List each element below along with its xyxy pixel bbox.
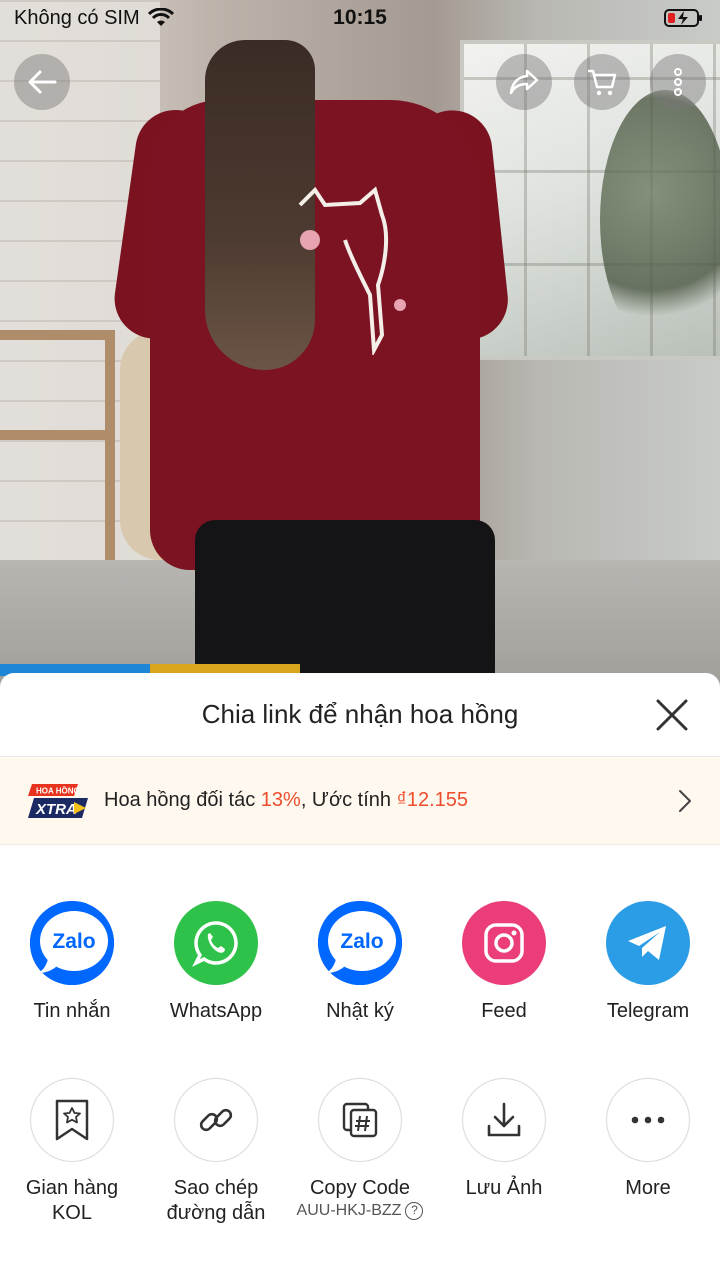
share-zalo-message-label: Tin nhắn: [33, 1000, 111, 1022]
help-icon[interactable]: ?: [405, 1202, 424, 1220]
cart-icon: [588, 69, 617, 96]
kol-store-label-line1: Gian hàng: [25, 1177, 119, 1199]
status-bar: Không có SIM 10:15: [0, 0, 720, 36]
save-image-button[interactable]: Lưu Ảnh: [432, 1078, 576, 1226]
share-whatsapp[interactable]: WhatsApp: [144, 901, 288, 1024]
telegram-icon: [606, 901, 690, 985]
hoa-hong-xtra-logo: HOA HỒNG XTRA: [28, 782, 90, 820]
sheet-header: Chia link để nhận hoa hồng: [0, 673, 720, 757]
sheet-title: Chia link để nhận hoa hồng: [201, 699, 519, 729]
wifi-icon: [147, 8, 174, 26]
bookmark-star-icon: [30, 1078, 114, 1162]
commission-rate: 13%: [260, 789, 301, 811]
zalo-icon: Zalo: [318, 901, 402, 985]
share-zalo-message[interactable]: Zalo Tin nhắn: [0, 901, 144, 1024]
more-share-button[interactable]: More: [576, 1078, 720, 1226]
share-icon: [509, 69, 539, 95]
copy-code-icon: [318, 1078, 402, 1162]
background-plant: [600, 90, 720, 350]
commission-banner[interactable]: HOA HỒNG XTRA Hoa hồng đối tác 13%, Ước …: [0, 757, 720, 845]
link-icon: [174, 1078, 258, 1162]
svg-text:HOA HỒNG: HOA HỒNG: [36, 785, 80, 795]
commission-middle: , Ước tính: [300, 789, 397, 811]
share-zalo-diary[interactable]: Zalo Nhật ký: [288, 901, 432, 1024]
whatsapp-icon: [174, 901, 258, 985]
share-tools-row: Gian hàng KOL Sao chép đường dẫn Copy Co…: [0, 1078, 720, 1226]
referral-code: AUU-HKJ-BZZ: [296, 1202, 402, 1219]
chevron-right-icon: [679, 789, 691, 812]
instagram-icon: [462, 901, 546, 985]
svg-text:XTRA: XTRA: [35, 801, 77, 818]
kol-store-label-line2: KOL: [51, 1202, 92, 1224]
download-icon: [462, 1078, 546, 1162]
copy-code-value: AUU-HKJ-BZZ ?: [297, 1201, 424, 1221]
copy-code-label: Copy Code: [309, 1177, 411, 1199]
back-arrow-icon: [28, 70, 57, 94]
share-sheet: Chia link để nhận hoa hồng HOA HỒNG XTRA…: [0, 673, 720, 1280]
cat-print-graphic: [298, 186, 406, 355]
more-horizontal-icon: [606, 1078, 690, 1162]
kol-store-label: Gian hàng KOL: [26, 1176, 118, 1226]
svg-text:Zalo: Zalo: [340, 930, 383, 953]
copy-link-label-line2: đường dẫn: [166, 1202, 266, 1224]
cart-button[interactable]: [574, 54, 630, 110]
zalo-icon: Zalo: [30, 901, 114, 985]
carrier-label: Không có SIM: [14, 6, 140, 29]
copy-code-button[interactable]: Copy Code AUU-HKJ-BZZ ?: [288, 1078, 432, 1226]
share-button[interactable]: [496, 54, 552, 110]
more-options-button[interactable]: [650, 54, 706, 110]
back-button[interactable]: [14, 54, 70, 110]
share-apps-row: Zalo Tin nhắn WhatsApp Zalo Nhật ký Feed…: [0, 901, 720, 1024]
commission-prefix: Hoa hồng đối tác: [104, 789, 261, 811]
share-telegram[interactable]: Telegram: [576, 901, 720, 1024]
share-telegram-label: Telegram: [606, 1000, 690, 1022]
share-whatsapp-label: WhatsApp: [169, 1000, 263, 1022]
background-shelf: [0, 330, 115, 580]
commission-estimate: ₫12.155: [396, 789, 469, 811]
battery-charging-icon: [664, 9, 702, 27]
more-vertical-icon: [674, 68, 682, 96]
kol-store-button[interactable]: Gian hàng KOL: [0, 1078, 144, 1226]
share-feed[interactable]: Feed: [432, 901, 576, 1024]
share-feed-label: Feed: [481, 1000, 527, 1022]
copy-link-label: Sao chép đường dẫn: [167, 1176, 266, 1226]
share-zalo-diary-label: Nhật ký: [326, 1000, 394, 1022]
copy-link-label-line1: Sao chép: [173, 1177, 259, 1199]
close-icon[interactable]: [654, 697, 690, 733]
copy-link-button[interactable]: Sao chép đường dẫn: [144, 1078, 288, 1226]
save-image-label: Lưu Ảnh: [465, 1177, 543, 1199]
commission-text: Hoa hồng đối tác 13%, Ước tính ₫12.155: [104, 789, 664, 812]
more-share-label: More: [625, 1177, 671, 1199]
svg-text:Zalo: Zalo: [52, 930, 95, 953]
carrier: Không có SIM: [14, 7, 174, 30]
